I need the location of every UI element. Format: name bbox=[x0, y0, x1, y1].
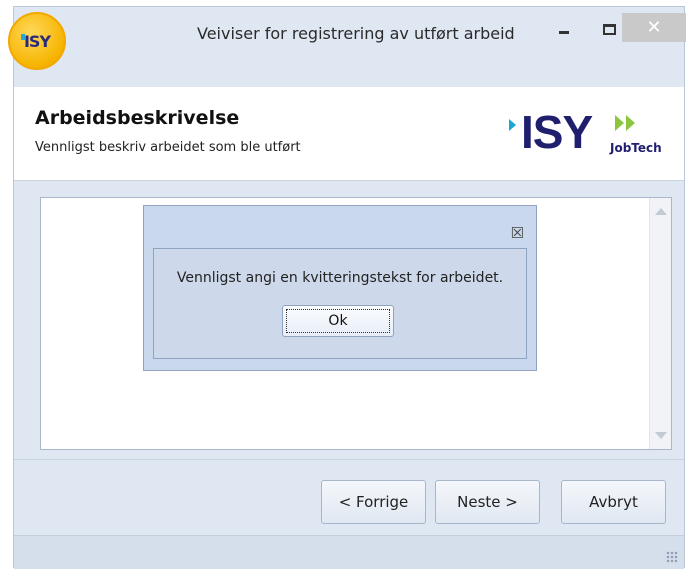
maximize-icon bbox=[602, 23, 616, 35]
scroll-down-icon[interactable] bbox=[655, 432, 667, 439]
next-button[interactable]: Neste > bbox=[435, 480, 540, 524]
isy-app-logo: ISY bbox=[8, 12, 66, 70]
dialog-close-icon[interactable]: ☒ bbox=[511, 224, 524, 242]
wizard-header: Arbeidsbeskrivelse Vennligst beskriv arb… bbox=[14, 87, 684, 181]
ok-label: Ok bbox=[328, 313, 348, 329]
close-icon: ✕ bbox=[646, 17, 662, 38]
title-bar[interactable]: Veiviser for registrering av utført arbe… bbox=[14, 7, 686, 57]
message-dialog: ☒ Vennligst angi en kvitteringstekst for… bbox=[143, 205, 537, 371]
brand-cyan-mark bbox=[509, 119, 516, 131]
page-subtitle: Vennligst beskriv arbeidet som ble utfør… bbox=[35, 140, 301, 155]
page-title: Arbeidsbeskrivelse bbox=[35, 107, 240, 129]
previous-button[interactable]: < Forrige bbox=[321, 480, 426, 524]
status-bar bbox=[14, 535, 684, 569]
resize-grip-icon[interactable] bbox=[666, 551, 678, 563]
isy-jobtech-logo: ISY JobTech bbox=[509, 106, 679, 161]
ok-button[interactable]: Ok bbox=[282, 305, 394, 337]
wizard-footer: < Forrige Neste > Avbryt bbox=[14, 459, 684, 539]
dialog-body: Vennligst angi en kvitteringstekst for a… bbox=[153, 248, 527, 359]
brand-name: ISY bbox=[521, 106, 593, 158]
app-logo-text: ISY bbox=[23, 31, 51, 51]
window-title: Veiviser for registrering av utført arbe… bbox=[197, 24, 515, 43]
close-button[interactable]: ✕ bbox=[622, 13, 686, 42]
minimize-button[interactable] bbox=[546, 15, 582, 43]
minimize-icon bbox=[559, 30, 569, 34]
brand-arrows-icon bbox=[615, 115, 637, 136]
brand-tagline: JobTech bbox=[610, 141, 662, 155]
logo-tick-mark bbox=[21, 34, 25, 40]
dialog-message: Vennligst angi en kvitteringstekst for a… bbox=[176, 270, 504, 286]
scroll-up-icon[interactable] bbox=[655, 208, 667, 215]
vertical-scrollbar[interactable] bbox=[649, 198, 671, 449]
cancel-button[interactable]: Avbryt bbox=[561, 480, 666, 524]
